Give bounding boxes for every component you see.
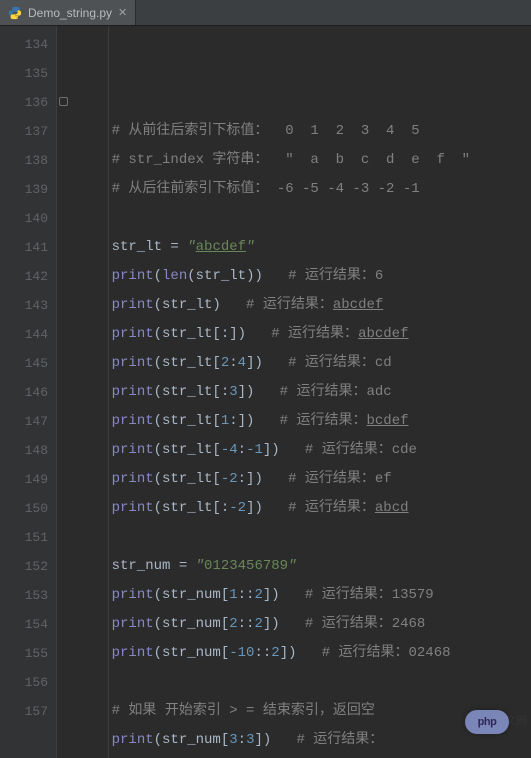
code-line: print(str_lt[:]) # 运行结果：abcdef <box>78 320 531 349</box>
line-number: 143 <box>0 291 48 320</box>
line-number: 142 <box>0 262 48 291</box>
code-line: print(str_lt[2:4]) # 运行结果：cd <box>78 349 531 378</box>
code-line <box>78 668 531 697</box>
line-number: 152 <box>0 552 48 581</box>
line-number: 135 <box>0 59 48 88</box>
line-number: 155 <box>0 639 48 668</box>
line-number: 153 <box>0 581 48 610</box>
code-area[interactable]: # 从前往后索引下标值： 0 1 2 3 4 5 # str_index 字符串… <box>70 26 531 758</box>
line-number: 151 <box>0 523 48 552</box>
code-editor[interactable]: 1341351361371381391401411421431441451461… <box>0 26 531 758</box>
code-line: str_num = "0123456789" <box>78 552 531 581</box>
code-line: print(str_num[-10::2]) # 运行结果：02468 <box>78 639 531 668</box>
code-line: # 从前往后索引下标值： 0 1 2 3 4 5 <box>78 117 531 146</box>
fold-toggle-icon[interactable] <box>59 97 68 106</box>
code-line: print(str_lt) # 运行结果：abcdef <box>78 291 531 320</box>
file-tab[interactable]: Demo_string.py ✕ <box>0 0 136 25</box>
code-line: # 从后往前索引下标值： -6 -5 -4 -3 -2 -1 <box>78 175 531 204</box>
fold-column <box>56 26 70 758</box>
code-line: print(str_lt[1:]) # 运行结果：bcdef <box>78 407 531 436</box>
code-line: # 如果 开始索引 > = 结束索引，返回空 <box>78 697 531 726</box>
line-number: 147 <box>0 407 48 436</box>
code-line <box>78 204 531 233</box>
tab-bar: Demo_string.py ✕ <box>0 0 531 26</box>
code-line: # str_index 字符串： " a b c d e f " <box>78 146 531 175</box>
python-file-icon <box>8 6 22 20</box>
line-number: 140 <box>0 204 48 233</box>
code-line <box>78 523 531 552</box>
line-number: 157 <box>0 697 48 726</box>
code-line: print(str_lt[-2:]) # 运行结果：ef <box>78 465 531 494</box>
line-number: 139 <box>0 175 48 204</box>
line-number: 145 <box>0 349 48 378</box>
code-line: print(str_num[2::2]) # 运行结果：2468 <box>78 610 531 639</box>
code-line: print(len(str_lt)) # 运行结果：6 <box>78 262 531 291</box>
watermark: php中文网 <box>476 712 527 728</box>
tab-filename: Demo_string.py <box>28 6 112 20</box>
code-line: print(str_num[3:3]) # 运行结果： <box>78 726 531 755</box>
line-number: 144 <box>0 320 48 349</box>
code-line: str_lt = "abcdef" <box>78 233 531 262</box>
line-number: 149 <box>0 465 48 494</box>
line-number: 154 <box>0 610 48 639</box>
code-line: print(str_lt[:-2]) # 运行结果：abcd <box>78 494 531 523</box>
code-line: print(str_lt[:3]) # 运行结果：adc <box>78 378 531 407</box>
line-number-gutter: 1341351361371381391401411421431441451461… <box>0 26 56 758</box>
close-icon[interactable]: ✕ <box>118 6 127 19</box>
line-number: 138 <box>0 146 48 175</box>
code-line: print(str_lt[-4:-1]) # 运行结果：cde <box>78 436 531 465</box>
code-line: print(str_num[1::2]) # 运行结果：13579 <box>78 581 531 610</box>
line-number: 148 <box>0 436 48 465</box>
line-number: 134 <box>0 30 48 59</box>
line-number: 150 <box>0 494 48 523</box>
line-number: 136 <box>0 88 48 117</box>
line-number: 137 <box>0 117 48 146</box>
line-number: 156 <box>0 668 48 697</box>
line-number: 146 <box>0 378 48 407</box>
line-number: 141 <box>0 233 48 262</box>
